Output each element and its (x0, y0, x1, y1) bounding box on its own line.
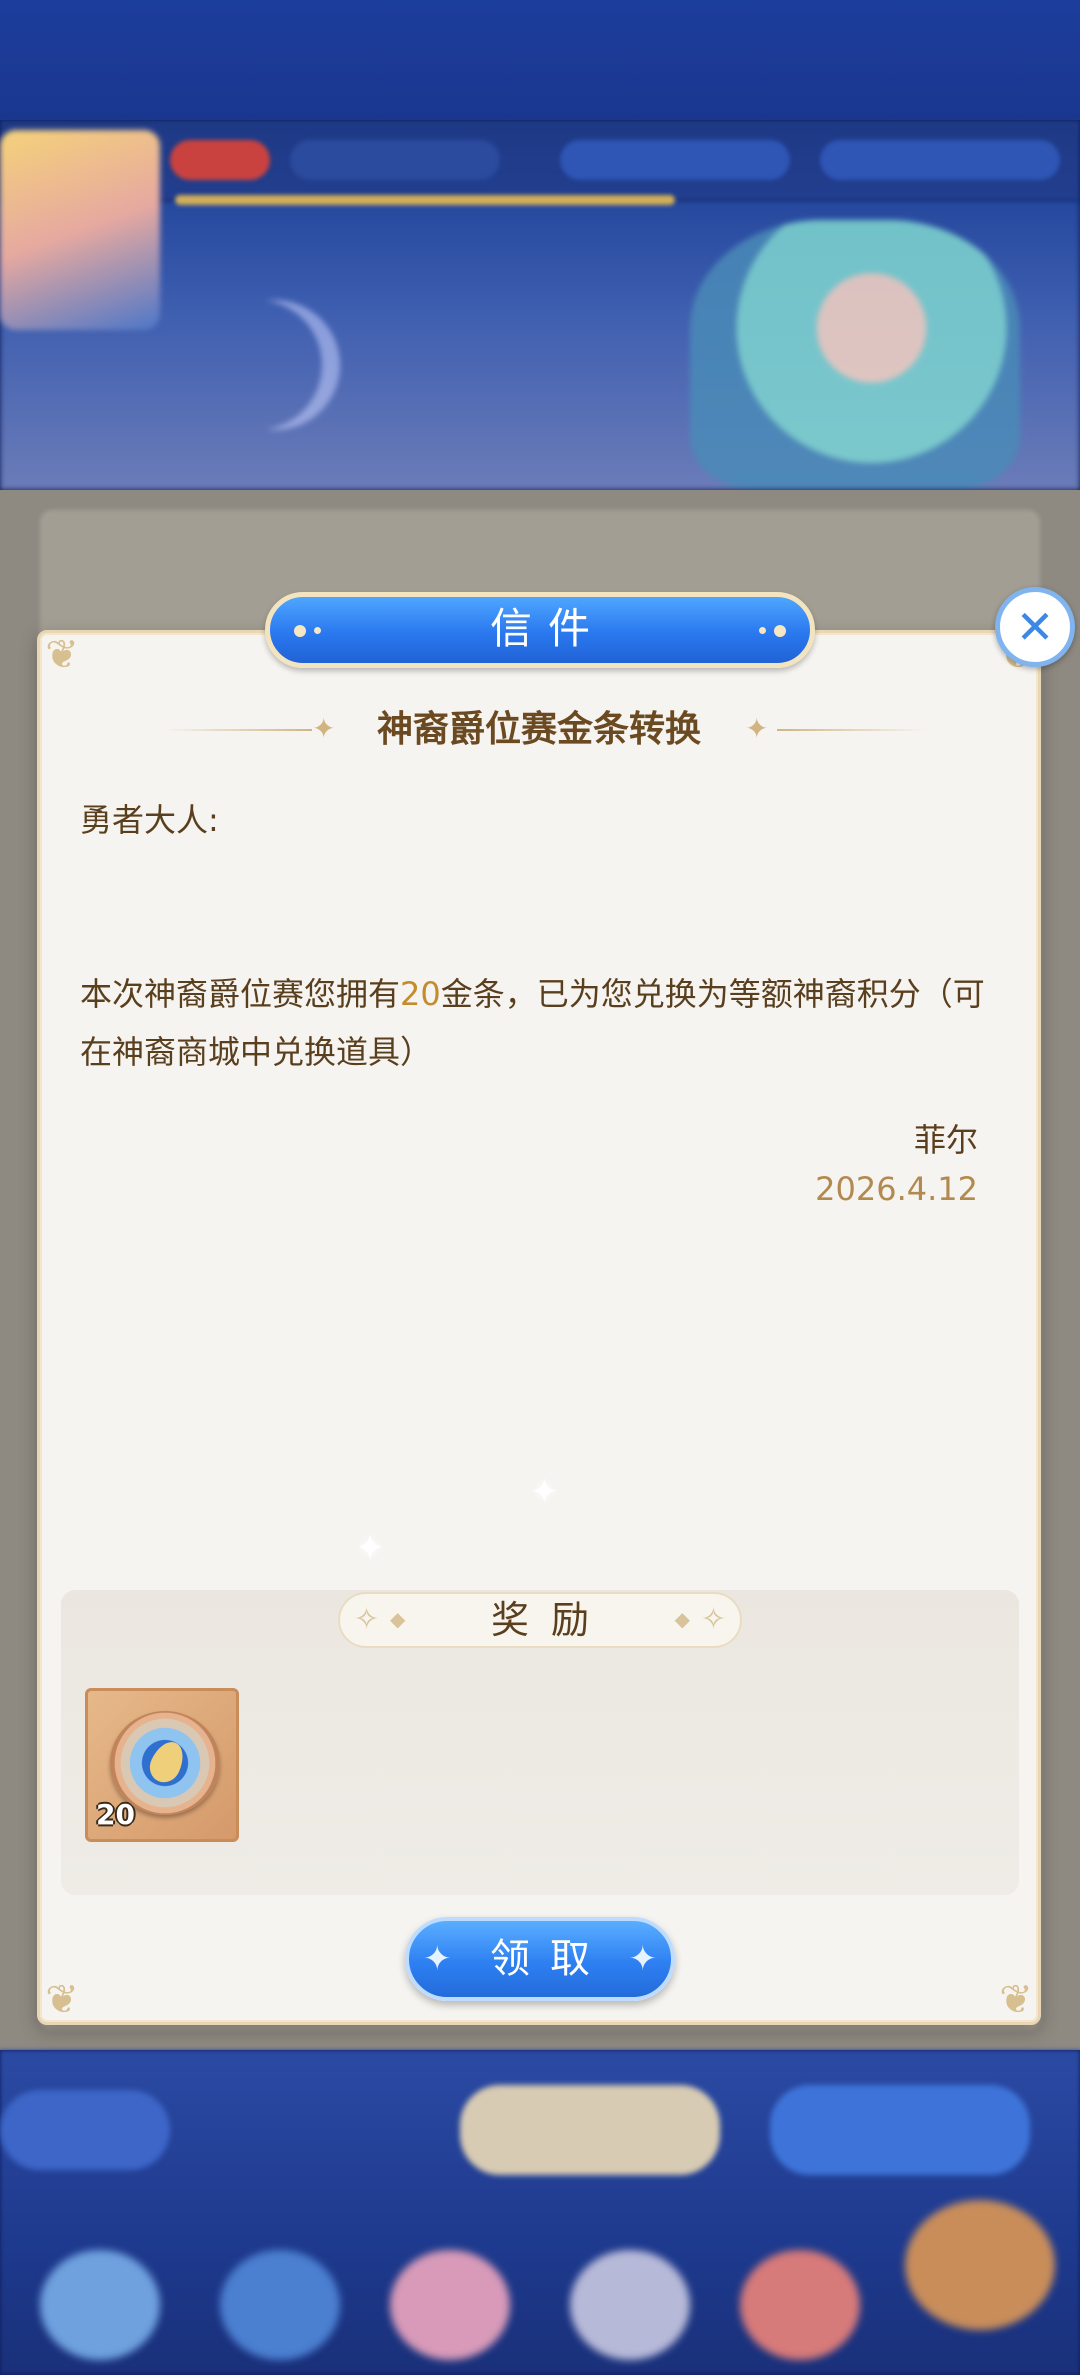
corner-ornament-icon: ❦ (45, 632, 79, 678)
bg-progress (175, 195, 675, 205)
sparkle-icon: ✦ (530, 1472, 559, 1512)
bg-nav-icon-3 (390, 2250, 510, 2360)
bg-nav-icon-5 (740, 2250, 860, 2360)
bg-avatar (0, 130, 160, 330)
bg-action-button-2 (770, 2085, 1030, 2175)
bg-chip-badge (170, 140, 270, 180)
bg-chip-currency (560, 140, 790, 180)
claim-button[interactable]: ✦ ✦ 领取 (405, 1917, 675, 2001)
bg-nav-icon-6 (905, 2200, 1055, 2330)
dialog-header: 信件 (265, 592, 815, 668)
bg-back-button (0, 2090, 170, 2170)
rewards-title: 奖励 (490, 1598, 611, 1642)
bg-top-strip (0, 0, 1080, 120)
body-text-start: 本次神裔爵位赛您拥有 (80, 975, 401, 1013)
mail-subject: 神裔爵位赛金条转换 (376, 709, 701, 750)
bg-nav-icon-1 (40, 2250, 160, 2360)
mail-subject-row: ✦ ✦ 神裔爵位赛金条转换 (37, 700, 1041, 760)
sparkle-icon: ✦ (355, 1528, 386, 1569)
claim-label: 领取 (490, 1936, 610, 1982)
bg-action-button (460, 2085, 720, 2175)
corner-ornament-icon: ❦ (999, 1977, 1033, 2023)
bg-chip-rank (290, 140, 500, 180)
dialog-title: 信件 (489, 604, 606, 653)
bg-banner (0, 200, 1080, 490)
close-button[interactable]: ✕ (995, 587, 1075, 667)
mail-body: 本次神裔爵位赛您拥有20金条，已为您兑换为等额神裔积分（可在神裔商城中兑换道具） (80, 965, 1000, 1081)
bg-character-art (690, 220, 1020, 490)
reward-item-count: 20 (96, 1798, 135, 1831)
bg-nav-icon-4 (570, 2250, 690, 2360)
body-amount: 20 (400, 975, 441, 1013)
bg-chip-currency2 (820, 140, 1060, 180)
leaf-emblem-icon (144, 1736, 190, 1788)
bg-nav-icon-2 (220, 2250, 340, 2360)
mail-salutation: 勇者大人: (80, 801, 219, 839)
reward-item[interactable]: 20 (85, 1688, 239, 1842)
rewards-header: ✧ ◆ ◆ ✧ 奖励 (338, 1592, 742, 1648)
close-icon: ✕ (1015, 600, 1055, 654)
mail-signer: 菲尔 (913, 1121, 978, 1159)
mail-date: 2026.4.12 (815, 1170, 978, 1208)
bg-moon-decoration (210, 300, 340, 430)
corner-ornament-icon: ❦ (45, 1977, 79, 2023)
